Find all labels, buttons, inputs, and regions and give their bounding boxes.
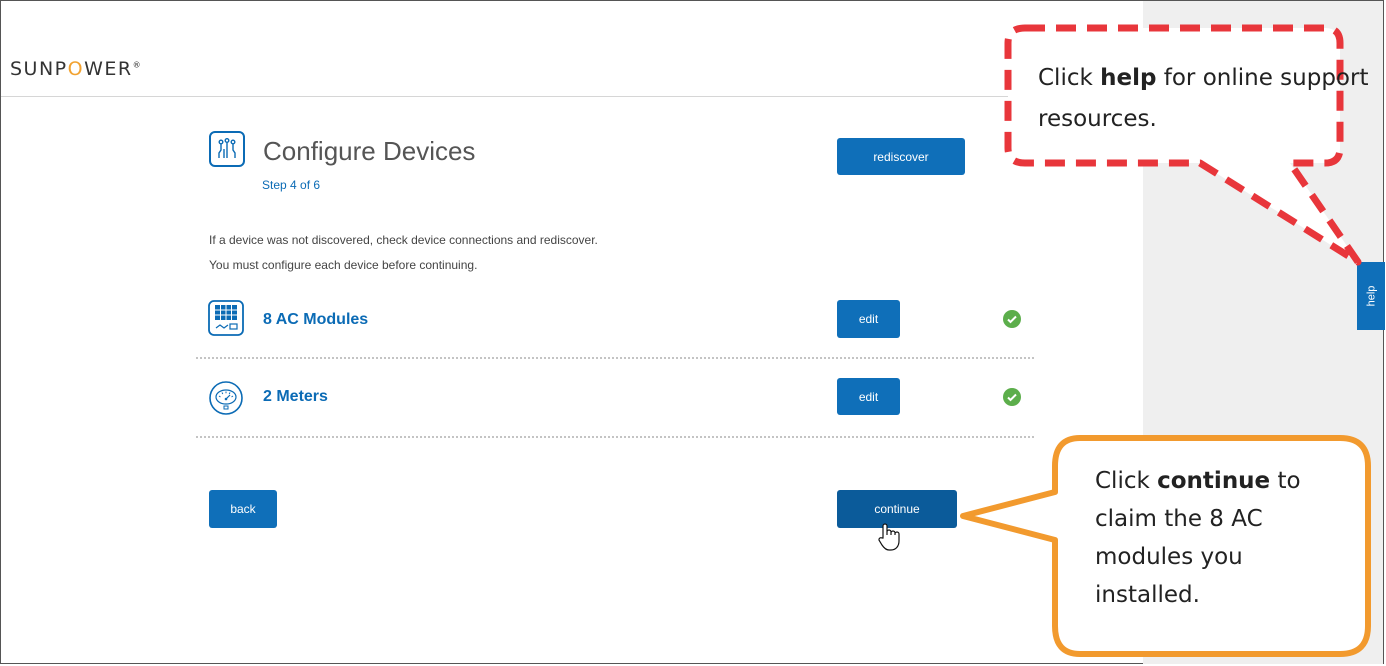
continue-callout-text: Click continue to claim the 8 AC modules… [1095, 468, 1301, 608]
help-callout-text: Click help for online support resources. [1038, 65, 1369, 132]
